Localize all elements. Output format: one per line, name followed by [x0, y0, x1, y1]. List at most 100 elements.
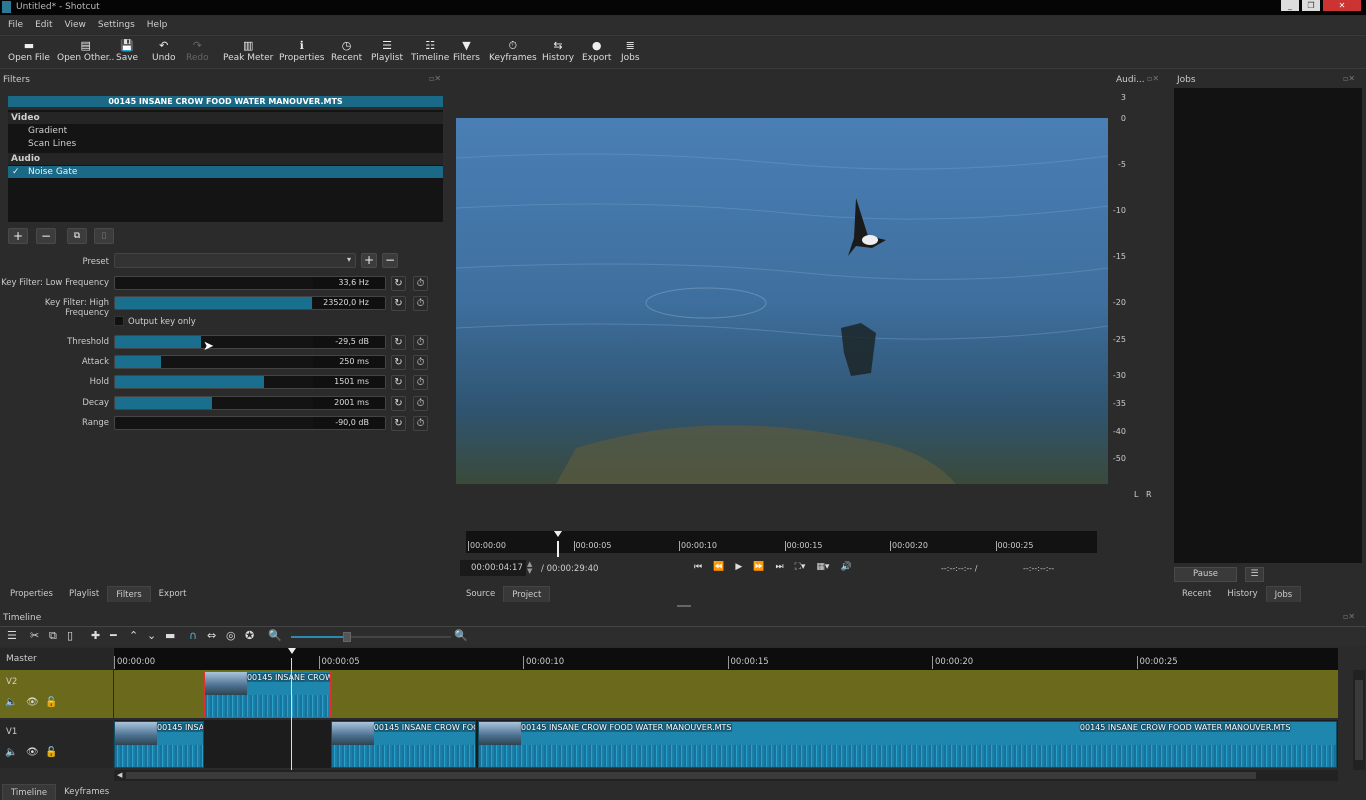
- filter-item-scan-lines[interactable]: Scan Lines: [8, 138, 443, 150]
- volume-icon[interactable]: 🔊: [840, 562, 851, 572]
- pause-button[interactable]: Pause: [1174, 567, 1237, 582]
- recent-button[interactable]: ◷ Recent: [331, 39, 362, 63]
- reset-icon[interactable]: ↻: [391, 276, 406, 291]
- menu-edit[interactable]: Edit: [35, 20, 52, 30]
- delete-preset-button[interactable]: −: [382, 253, 398, 268]
- tab-properties[interactable]: Properties: [2, 586, 61, 602]
- tab-jobs[interactable]: Jobs: [1265, 586, 1302, 602]
- menu-help[interactable]: Help: [147, 20, 168, 30]
- menu-file[interactable]: File: [8, 20, 23, 30]
- eye-icon[interactable]: 👁: [26, 747, 39, 758]
- timeline-scrollbar[interactable]: ◀: [114, 770, 1338, 781]
- threshold-slider[interactable]: -29,5 dB: [114, 335, 386, 349]
- keyframe-stopwatch-icon[interactable]: ⏱: [413, 276, 428, 291]
- grid-icon[interactable]: ▦▾: [816, 562, 829, 572]
- playlist-button[interactable]: ☰ Playlist: [371, 39, 403, 63]
- fast-forward-icon[interactable]: ⏩: [753, 562, 764, 572]
- properties-button[interactable]: ℹ Properties: [279, 39, 324, 63]
- paste-icon[interactable]: ▯: [67, 629, 73, 642]
- lift-icon[interactable]: ⌃: [129, 629, 138, 642]
- range-slider[interactable]: -90,0 dB: [114, 416, 386, 430]
- open-other-button[interactable]: ▤ Open Other..: [57, 39, 114, 63]
- scrollbar-thumb[interactable]: [126, 772, 1256, 779]
- export-button[interactable]: ● Export: [582, 39, 611, 63]
- tab-keyframes[interactable]: Keyframes: [56, 784, 117, 800]
- tab-playlist[interactable]: Playlist: [61, 586, 107, 602]
- tab-history[interactable]: History: [1219, 586, 1265, 602]
- tab-export[interactable]: Export: [151, 586, 195, 602]
- track-header-v1[interactable]: V1 🔈 👁 🔓: [0, 720, 113, 768]
- redo-button[interactable]: ↷ Redo: [186, 39, 209, 63]
- remove-filter-button[interactable]: −: [36, 228, 56, 244]
- video-preview[interactable]: [456, 118, 1108, 484]
- scrub-icon[interactable]: ⇔: [207, 629, 216, 642]
- filters-button[interactable]: ▼ Filters: [453, 39, 480, 63]
- keyframe-stopwatch-icon[interactable]: ⏱: [413, 355, 428, 370]
- splitter-handle[interactable]: [677, 605, 691, 607]
- remove-icon[interactable]: ━: [110, 629, 117, 642]
- menu-settings[interactable]: Settings: [98, 20, 135, 30]
- master-track-header[interactable]: Master: [0, 648, 113, 670]
- skip-to-end-icon[interactable]: ⏭: [775, 562, 783, 572]
- key-filter-high-frequency-slider[interactable]: 23520,0 Hz: [114, 296, 386, 310]
- close-button[interactable]: ✕: [1323, 0, 1361, 11]
- track-header-v2[interactable]: V2 🔈 👁 🔓: [0, 670, 113, 718]
- mute-icon[interactable]: 🔈: [5, 747, 17, 758]
- attack-slider[interactable]: 250 ms: [114, 355, 386, 369]
- keyframe-stopwatch-icon[interactable]: ⏱: [413, 335, 428, 350]
- jobs-dock-buttons[interactable]: ▫✕: [1343, 74, 1355, 83]
- mute-icon[interactable]: 🔈: [5, 697, 17, 708]
- timeline-clip[interactable]: 00145 INSANE CROW FOOD WATER MANOUVER.MT…: [478, 721, 1337, 768]
- undo-button[interactable]: ↶ Undo: [152, 39, 176, 63]
- reset-icon[interactable]: ↻: [391, 296, 406, 311]
- save-preset-button[interactable]: +: [361, 253, 377, 268]
- save-button[interactable]: 💾 Save: [116, 39, 138, 63]
- keyframe-stopwatch-icon[interactable]: ⏱: [413, 396, 428, 411]
- history-button[interactable]: ⇆ History: [542, 39, 574, 63]
- filter-list[interactable]: Video Gradient Scan Lines Audio ✓ Noise G…: [8, 110, 443, 222]
- copy-filter-button[interactable]: ⧉: [67, 228, 87, 244]
- reset-icon[interactable]: ↻: [391, 416, 406, 431]
- jobs-menu-button[interactable]: ☰: [1245, 567, 1264, 582]
- output-key-only-checkbox[interactable]: [114, 316, 124, 326]
- filter-item-noise-gate[interactable]: ✓ Noise Gate: [8, 166, 443, 178]
- track-v2[interactable]: 00145 INSANE CROW: [114, 670, 1338, 718]
- timeline-button[interactable]: ☷ Timeline: [411, 39, 449, 63]
- timeline-clip[interactable]: 00145 INSA: [114, 721, 204, 768]
- hold-slider[interactable]: 1501 ms: [114, 375, 386, 389]
- audio-dock-buttons[interactable]: ▫✕: [1147, 74, 1159, 83]
- decay-slider[interactable]: 2001 ms: [114, 396, 386, 410]
- ripple-icon[interactable]: ◎: [226, 629, 236, 642]
- copy-icon[interactable]: ⧉: [49, 629, 57, 643]
- timeline-dock-buttons[interactable]: ▫✕: [1343, 612, 1355, 621]
- zoom-in-icon[interactable]: 🔍: [454, 629, 468, 642]
- keyframes-button[interactable]: ⏱ Keyframes: [489, 39, 537, 63]
- timeline-clip[interactable]: 00145 INSANE CROW FOO: [330, 721, 476, 768]
- lock-icon[interactable]: 🔓: [45, 747, 57, 758]
- timeline-clip[interactable]: 00145 INSANE CROW: [203, 671, 331, 718]
- minimize-button[interactable]: _: [1281, 0, 1299, 11]
- reset-icon[interactable]: ↻: [391, 375, 406, 390]
- scroll-left-icon[interactable]: ◀: [114, 771, 122, 779]
- append-icon[interactable]: ✚: [91, 629, 100, 642]
- snap-magnet-icon[interactable]: ∩: [189, 629, 197, 642]
- key-filter-low-frequency-slider[interactable]: 33,6 Hz: [114, 276, 386, 290]
- keyframe-stopwatch-icon[interactable]: ⏱: [413, 416, 428, 431]
- tab-filters[interactable]: Filters: [107, 586, 151, 602]
- timeline-vscrollbar[interactable]: [1353, 670, 1365, 770]
- maximize-button[interactable]: ❐: [1302, 0, 1320, 11]
- checkmark-icon[interactable]: ✓: [12, 166, 20, 178]
- zoom-out-icon[interactable]: 🔍: [268, 629, 282, 642]
- paste-filter-button[interactable]: ▯: [94, 228, 114, 244]
- keyframe-stopwatch-icon[interactable]: ⏱: [413, 375, 428, 390]
- track-v1[interactable]: 00145 INSA 00145 INSANE CROW FOO 00145 INS…: [114, 720, 1338, 768]
- filter-item-gradient[interactable]: Gradient: [8, 125, 443, 137]
- skip-to-start-icon[interactable]: ⏮: [694, 562, 702, 572]
- jobs-button[interactable]: ≣ Jobs: [621, 39, 640, 63]
- overwrite-icon[interactable]: ⌄: [147, 629, 156, 642]
- timecode-spinner[interactable]: ▲ ▼: [527, 561, 532, 575]
- add-filter-button[interactable]: +: [8, 228, 28, 244]
- tab-recent[interactable]: Recent: [1174, 586, 1219, 602]
- menu-icon[interactable]: ☰: [7, 629, 17, 642]
- player-playhead[interactable]: [554, 531, 562, 557]
